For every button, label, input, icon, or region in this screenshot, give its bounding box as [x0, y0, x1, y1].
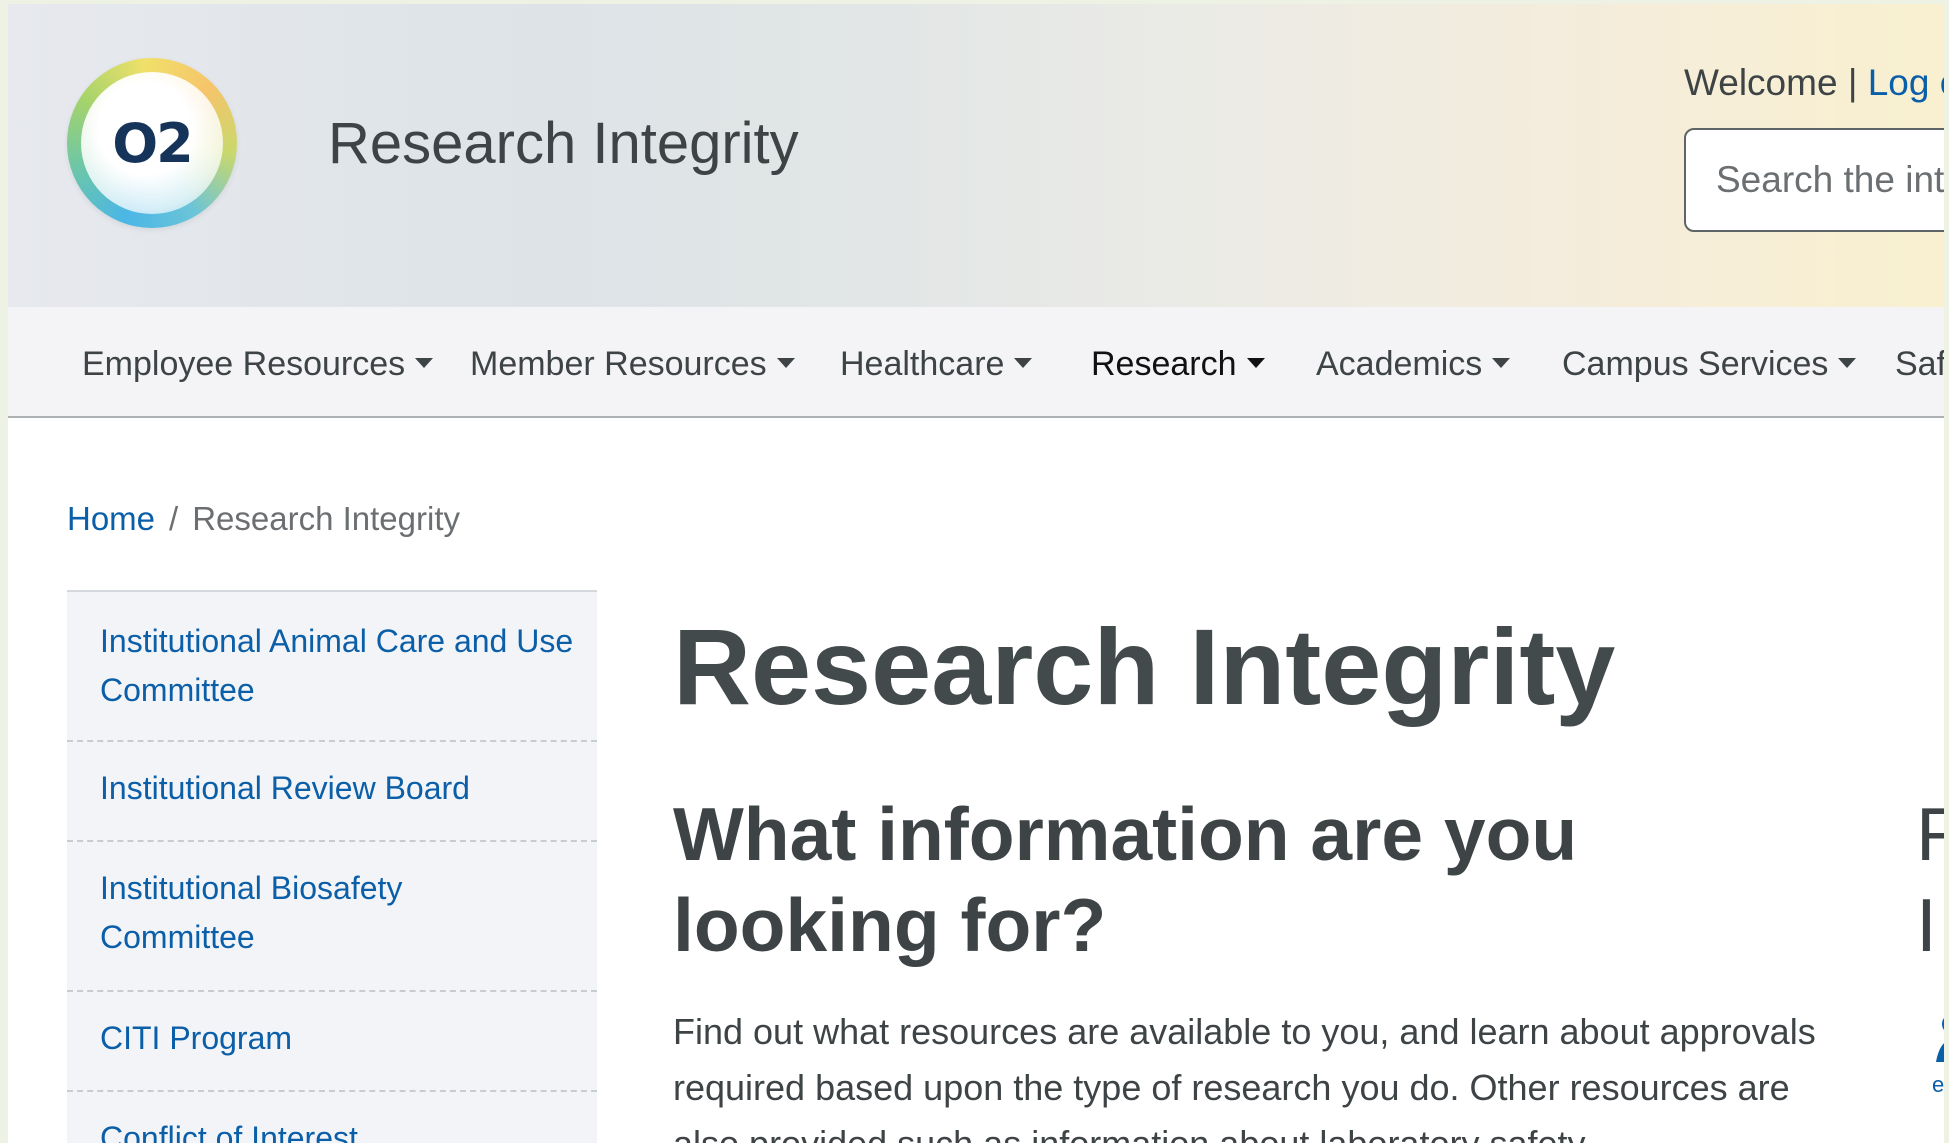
site-logo[interactable]: O2 [67, 58, 237, 228]
caret-down-icon [415, 358, 434, 369]
sidebar-nav: Institutional Animal Care and Use Commit… [67, 590, 597, 1143]
nav-item-employee-resources[interactable]: Employee Resources [82, 345, 434, 384]
nav-item-label: Member Resources [470, 345, 767, 383]
caret-down-icon [1492, 358, 1511, 369]
caret-down-icon [1014, 358, 1033, 369]
sidebar-item-citi[interactable]: CITI Program [67, 992, 597, 1092]
nav-item-label: Academics [1316, 345, 1483, 383]
breadcrumb: Home / Research Integrity [67, 500, 460, 538]
site-title: Research Integrity [328, 111, 799, 176]
welcome-separator: | [1847, 62, 1858, 103]
search-placeholder: Search the intr [1716, 159, 1944, 200]
caret-down-icon [1246, 358, 1265, 369]
sidebar-item-label: Institutional Biosafety Committee [100, 870, 403, 955]
nav-item-campus-services[interactable]: Campus Services [1562, 345, 1857, 384]
nav-item-member-resources[interactable]: Member Resources [470, 345, 795, 384]
page-title: Research Integrity [673, 606, 1616, 727]
breadcrumb-current: Research Integrity [192, 500, 460, 537]
search-input[interactable]: Search the intr [1684, 128, 1944, 232]
caret-down-icon [776, 358, 795, 369]
nav-item-label: Employee Resources [82, 345, 406, 383]
welcome-bar: Welcome | Log o [1684, 62, 1944, 104]
nav-item-academics[interactable]: Academics [1316, 345, 1511, 384]
page-intro-text: Find out what resources are available to… [673, 1011, 1816, 1143]
sidebar-item-label: Institutional Animal Care and Use Commit… [100, 623, 574, 708]
nav-item-label: Campus Services [1562, 345, 1829, 383]
breadcrumb-separator: / [169, 500, 179, 537]
nav-item-healthcare[interactable]: Healthcare [840, 345, 1033, 384]
main-navigation: Employee Resources Member Resources Heal… [8, 307, 1944, 418]
nav-item-label: Research [1091, 345, 1237, 383]
browser-viewport: O2 Research Integrity Welcome | Log o Se… [8, 4, 1944, 1143]
logout-link[interactable]: Log o [1868, 62, 1944, 103]
nav-item-label: Safe [1895, 345, 1944, 383]
welcome-text: Welcome [1684, 62, 1838, 103]
caret-down-icon [1838, 358, 1857, 369]
breadcrumb-home-link[interactable]: Home [67, 500, 155, 537]
nav-item-research[interactable]: Research [1091, 345, 1265, 384]
sidebar-item-conflict-of-interest[interactable]: Conflict of Interest [67, 1092, 597, 1143]
sidebar-item-label: CITI Program [100, 1020, 293, 1056]
site-header: O2 Research Integrity Welcome | Log o Se… [8, 4, 1944, 307]
right-column-heading: R I [1916, 792, 1944, 967]
person-icon[interactable] [1930, 1004, 1944, 1074]
sidebar-item-ibc[interactable]: Institutional Biosafety Committee [67, 842, 597, 992]
sidebar-item-irb[interactable]: Institutional Review Board [67, 742, 597, 842]
sidebar-item-iacuc[interactable]: Institutional Animal Care and Use Commit… [67, 617, 597, 742]
sidebar-item-label: Conflict of Interest [100, 1120, 358, 1143]
right-icon-label[interactable]: e [1932, 1072, 1944, 1098]
nav-item-safety[interactable]: Safe [1895, 345, 1944, 384]
logo-text: O2 [112, 111, 193, 175]
page-subtitle: What information are you looking for? [673, 792, 1578, 967]
nav-item-label: Healthcare [840, 345, 1005, 383]
sidebar-item-label: Institutional Review Board [100, 770, 470, 806]
